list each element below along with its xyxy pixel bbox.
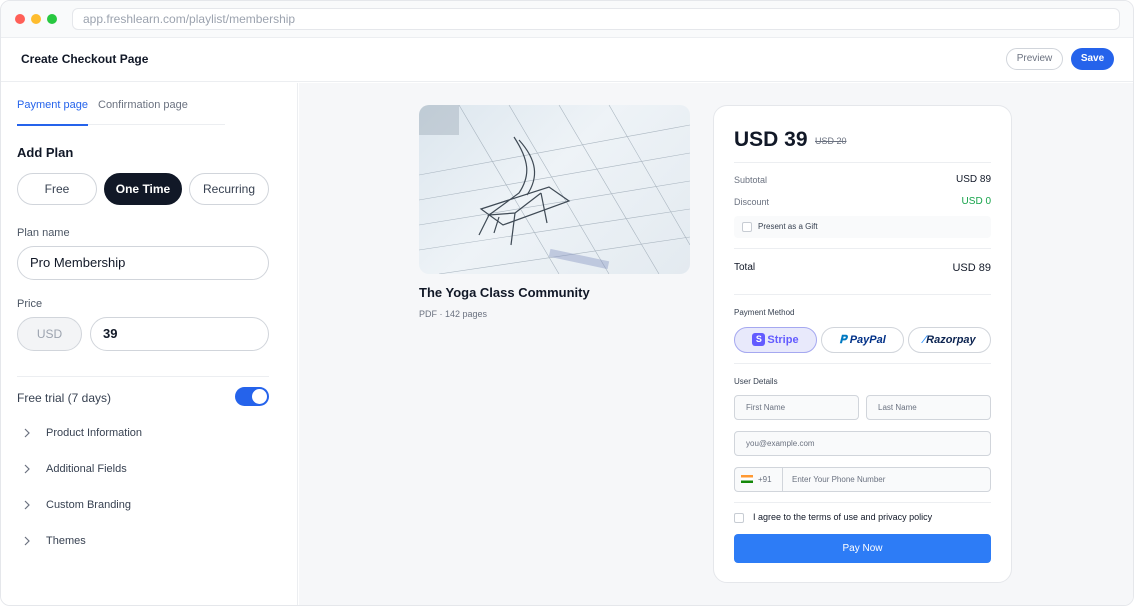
settings-panel: Payment page Confirmation page Add Plan …	[1, 83, 298, 605]
price-label: Price	[17, 298, 43, 310]
plan-name-label: Plan name	[17, 227, 70, 239]
total-value: USD 89	[952, 262, 991, 274]
total-label: Total	[734, 262, 756, 273]
terms-label: I agree to the terms of use and privacy …	[753, 512, 933, 522]
divider	[734, 502, 991, 503]
subtotal-label: Subtotal	[734, 175, 768, 185]
section-label: Custom Branding	[46, 499, 131, 511]
india-flag-icon	[741, 475, 753, 483]
toggle-knob	[252, 389, 267, 404]
section-label: Themes	[46, 535, 86, 547]
paypal-logo-icon: 𝐏	[839, 334, 847, 346]
original-price: USD 20	[815, 136, 847, 146]
phone-input[interactable]: Enter Your Phone Number	[782, 467, 991, 492]
checkout-price: USD 39	[734, 128, 808, 151]
page-title: Create Checkout Page	[21, 52, 149, 66]
chevron-right-icon	[23, 464, 31, 474]
terms-checkbox[interactable]	[734, 513, 744, 523]
divider	[734, 248, 991, 249]
plan-recurring-button[interactable]: Recurring	[189, 173, 269, 205]
maximize-window-button[interactable]	[47, 14, 57, 24]
currency-select[interactable]: USD	[17, 317, 82, 351]
pay-now-button[interactable]: Pay Now	[734, 534, 991, 563]
chevron-right-icon	[23, 428, 31, 438]
address-bar[interactable]: app.freshlearn.com/playlist/membership	[72, 8, 1120, 30]
stripe-logo-icon: S	[752, 333, 766, 346]
product-title: The Yoga Class Community	[419, 285, 590, 300]
last-name-input[interactable]: Last Name	[866, 395, 991, 420]
minimize-window-button[interactable]	[31, 14, 41, 24]
paypal-label: PayPal	[849, 334, 886, 346]
product-meta: PDF · 142 pages	[419, 309, 488, 319]
gift-option[interactable]: Present as a Gift	[734, 216, 991, 238]
first-name-input[interactable]: First Name	[734, 395, 859, 420]
preview-button[interactable]: Preview	[1006, 48, 1063, 70]
payment-method-label: Payment Method	[734, 308, 795, 317]
paypal-payment-option[interactable]: 𝐏 PayPal	[821, 327, 904, 353]
discount-label: Discount	[734, 197, 770, 207]
checkout-card: USD 39 USD 20 Subtotal USD 89 Discount U…	[713, 105, 1012, 583]
free-trial-label: Free trial (7 days)	[17, 391, 112, 405]
plan-name-input[interactable]: Pro Membership	[17, 246, 269, 280]
user-details-label: User Details	[734, 377, 778, 386]
razorpay-payment-option[interactable]: ∕Razorpay	[908, 327, 991, 353]
product-cover-image	[419, 105, 690, 274]
section-label: Product Information	[46, 427, 142, 439]
save-button[interactable]: Save	[1071, 48, 1114, 70]
chevron-right-icon	[23, 500, 31, 510]
page-tabs: Payment page Confirmation page	[17, 99, 225, 126]
browser-chrome: app.freshlearn.com/playlist/membership	[1, 1, 1133, 38]
price-input[interactable]: 39	[90, 317, 269, 351]
plan-one-time-button[interactable]: One Time	[104, 173, 182, 205]
phone-country-select[interactable]: +91	[734, 467, 782, 492]
gift-label: Present as a Gift	[758, 222, 818, 231]
page-header: Create Checkout Page Preview Save	[1, 38, 1133, 82]
chevron-right-icon	[23, 536, 31, 546]
divider	[734, 363, 991, 364]
free-trial-toggle[interactable]	[235, 387, 269, 406]
phone-code: +91	[758, 475, 772, 484]
tab-confirmation-page[interactable]: Confirmation page	[98, 99, 188, 111]
divider	[17, 376, 269, 377]
close-window-button[interactable]	[15, 14, 25, 24]
plan-free-button[interactable]: Free	[17, 173, 97, 205]
email-input[interactable]: you@example.com	[734, 431, 991, 456]
divider	[734, 162, 991, 163]
razorpay-logo-icon: ∕	[923, 334, 926, 346]
section-label: Additional Fields	[46, 463, 127, 475]
app-window: app.freshlearn.com/playlist/membership C…	[0, 0, 1134, 606]
razorpay-label: Razorpay	[926, 334, 976, 346]
gift-checkbox[interactable]	[742, 222, 752, 232]
tab-payment-page[interactable]: Payment page	[17, 99, 88, 126]
stripe-label: Stripe	[767, 334, 799, 346]
add-plan-title: Add Plan	[17, 145, 74, 160]
stripe-payment-option[interactable]: S Stripe	[734, 327, 817, 353]
discount-value: USD 0	[961, 196, 991, 207]
divider	[734, 294, 991, 295]
checkout-preview: The Yoga Class Community PDF · 142 pages…	[299, 83, 1133, 605]
subtotal-value: USD 89	[955, 174, 991, 185]
